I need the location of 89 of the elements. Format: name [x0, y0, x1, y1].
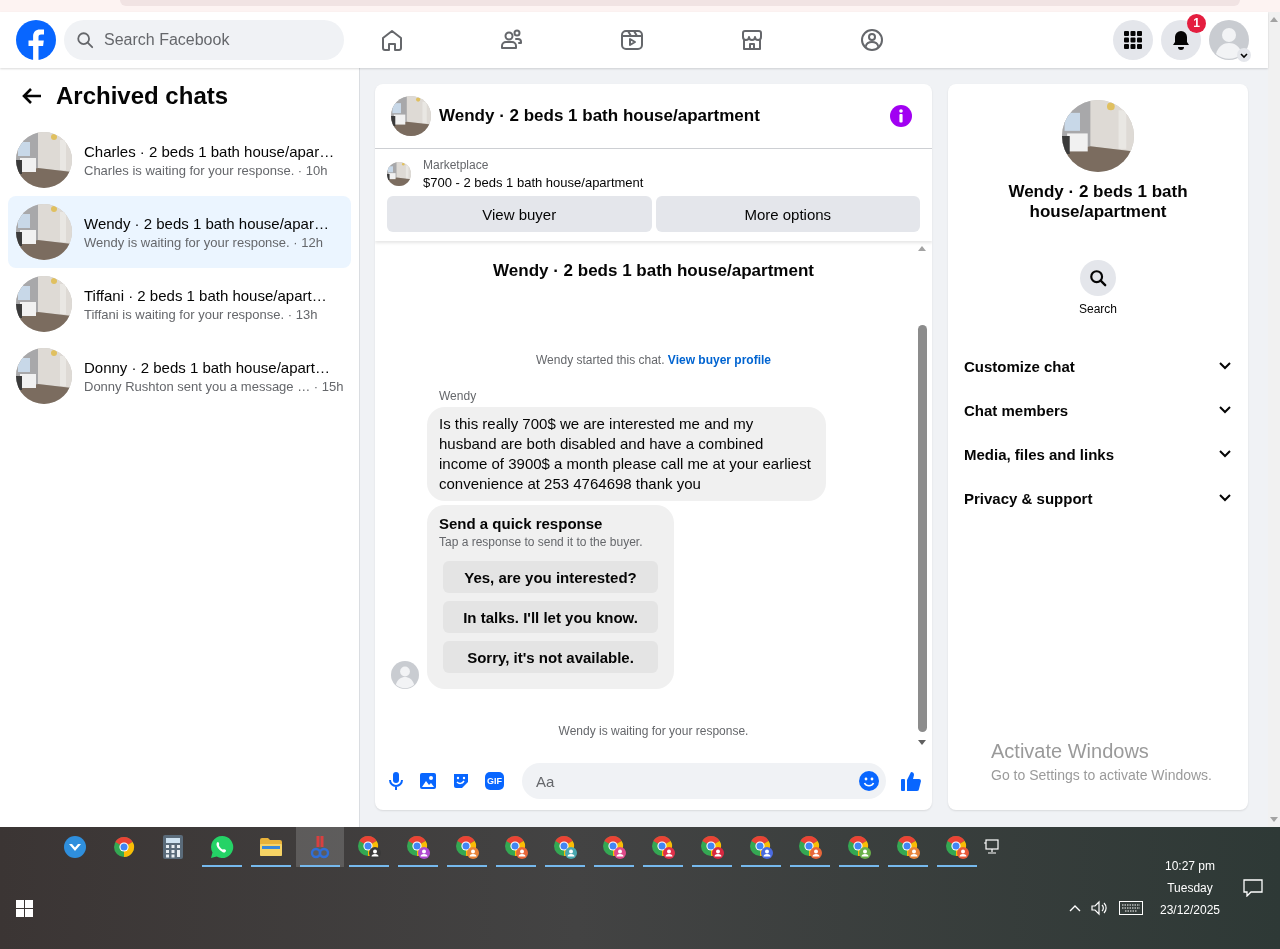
- scrollbar[interactable]: [916, 245, 928, 746]
- activation-note: Go to Settings to activate Windows.: [991, 767, 1212, 783]
- calculator-icon: [163, 835, 183, 859]
- action-button[interactable]: More options: [655, 196, 920, 232]
- grid-icon: [1123, 30, 1143, 50]
- chat-started-note: Wendy started this chat. View buyer profile: [536, 353, 771, 367]
- chat-preview: Charles is waiting for your response. · 10h: [84, 162, 329, 178]
- clock-day: Tuesday: [1167, 881, 1213, 895]
- bell-icon: [1170, 29, 1192, 51]
- gif-button[interactable]: GIF: [485, 772, 504, 790]
- clock-time: 10:27 pm: [1164, 859, 1215, 873]
- conversation-title: Wendy · 2 beds 1 bath house/apartment: [1007, 182, 1189, 222]
- info-icon[interactable]: [890, 105, 912, 127]
- image-icon[interactable]: [419, 772, 437, 790]
- menu-button[interactable]: [1113, 20, 1153, 60]
- message-input[interactable]: Aa: [534, 771, 858, 791]
- phone-bubble-icon: [210, 835, 234, 859]
- status-note: Wendy is waiting for your response.: [558, 724, 749, 738]
- section-header[interactable]: Media, files and links: [964, 445, 1115, 463]
- browser-profile-icon: [846, 834, 872, 860]
- buyer-profile-link[interactable]: View buyer profile: [667, 353, 771, 367]
- browser-profile-icon: [405, 834, 431, 860]
- browser-profile-icon: [454, 834, 480, 860]
- chat-list-item[interactable]: Donny · 2 beds 1 bath house/apart… Donny Rushton sent you a message … · 15h: [8, 340, 351, 412]
- search-input[interactable]: Search Facebook: [102, 30, 332, 50]
- browser-profile-icon: [503, 834, 529, 860]
- browser-profile-icon: [356, 834, 382, 860]
- chat-name: Charles · 2 beds 1 bath house/apar…: [84, 142, 335, 160]
- browser-profile-icon: [895, 834, 921, 860]
- chat-name: Donny · 2 beds 1 bath house/apart…: [84, 358, 331, 376]
- browser-icon: [112, 835, 136, 859]
- network-icon[interactable]: [983, 839, 1001, 855]
- search-icon: [76, 31, 94, 49]
- quick-response-hint: Tap a response to send it to the buyer.: [439, 535, 644, 549]
- browser-profile-icon: [748, 834, 774, 860]
- section-header[interactable]: Chat members: [964, 401, 1069, 419]
- clock-date: 23/12/2025: [1159, 903, 1221, 917]
- browser-profile-icon: [601, 834, 627, 860]
- quick-reply-button[interactable]: Yes, are you interested?: [443, 561, 658, 593]
- chat-list-item[interactable]: Wendy · 2 beds 1 bath house/apar… Wendy is waiting for your response. · 12h: [8, 196, 351, 268]
- chat-name: Tiffani · 2 beds 1 bath house/apart…: [84, 286, 327, 304]
- section-header[interactable]: Privacy & support: [964, 489, 1093, 507]
- search-field[interactable]: Search Facebook: [64, 20, 344, 60]
- conversation-title: Wendy · 2 beds 1 bath house/apartment: [493, 261, 814, 281]
- sticker-icon[interactable]: [451, 771, 471, 791]
- chat-preview: Donny Rushton sent you a message … · 15h: [84, 378, 344, 394]
- browser-profile-icon: [650, 834, 676, 860]
- message-bubble: Is this really 700$ we are interested me and my husband are both disabled and have a combined income of 3900$ a month please call me at your earliest convenience at 253 4764698 thank you: [427, 407, 826, 501]
- action-button[interactable]: View buyer: [387, 196, 652, 232]
- chevron-icon[interactable]: [1237, 48, 1251, 62]
- chat-list-item[interactable]: Tiffani · 2 beds 1 bath house/apart… Tiffani is waiting for your response. · 13h: [8, 268, 351, 340]
- chevron-up-icon[interactable]: [1069, 904, 1081, 912]
- quick-reply-button[interactable]: Sorry, it's not available.: [443, 641, 658, 673]
- notifications-button[interactable]: [1161, 20, 1201, 60]
- scissors-icon: [309, 835, 331, 859]
- logo[interactable]: [16, 20, 56, 60]
- activation-title: Activate Windows: [991, 740, 1150, 763]
- chat-title: Wendy · 2 beds 1 bath house/apartment: [439, 106, 761, 126]
- folder-icon: [259, 837, 283, 857]
- quick-response-title: Send a quick response: [439, 515, 604, 532]
- windows-logo[interactable]: [16, 899, 33, 917]
- listing-title: $700 - 2 beds 1 bath house/apartment: [423, 175, 644, 190]
- composer-field[interactable]: Aa: [522, 763, 886, 799]
- keyboard-icon[interactable]: [1119, 901, 1143, 915]
- clock[interactable]: 10:27 pm Tuesday 23/12/2025: [1157, 859, 1223, 917]
- back-arrow-icon[interactable]: [22, 87, 42, 105]
- microphone-icon[interactable]: [387, 771, 405, 791]
- emoji-icon[interactable]: [858, 770, 880, 792]
- page-title: Archived chats: [56, 82, 229, 110]
- search-label: Search: [1079, 302, 1117, 316]
- speaker-icon[interactable]: [1091, 900, 1109, 916]
- chat-preview: Tiffani is waiting for your response. · 13h: [84, 306, 319, 322]
- search-icon: [1089, 269, 1107, 287]
- scroll-down-icon[interactable]: [918, 740, 926, 746]
- chat-preview: Wendy is waiting for your response. · 12h: [84, 234, 324, 250]
- thumbs-up-icon[interactable]: [900, 770, 922, 792]
- sender-name: Wendy: [439, 389, 478, 403]
- notification-badge: 1: [1187, 14, 1206, 33]
- browser-profile-icon: [552, 834, 578, 860]
- browser-profile-icon: [797, 834, 823, 860]
- section-header[interactable]: Customize chat: [964, 357, 1075, 375]
- notification-icon[interactable]: [1243, 879, 1263, 897]
- browser-profile-icon: [699, 834, 725, 860]
- search-button[interactable]: [1080, 260, 1116, 296]
- browser-profile-icon: [944, 834, 970, 860]
- chat-name: Wendy · 2 beds 1 bath house/apar…: [84, 214, 329, 232]
- chat-list-item[interactable]: Charles · 2 beds 1 bath house/apar… Charles is waiting for your response. · 10h: [8, 124, 351, 196]
- listing-label: Marketplace: [423, 158, 490, 172]
- quick-reply-button[interactable]: In talks. I'll let you know.: [443, 601, 658, 633]
